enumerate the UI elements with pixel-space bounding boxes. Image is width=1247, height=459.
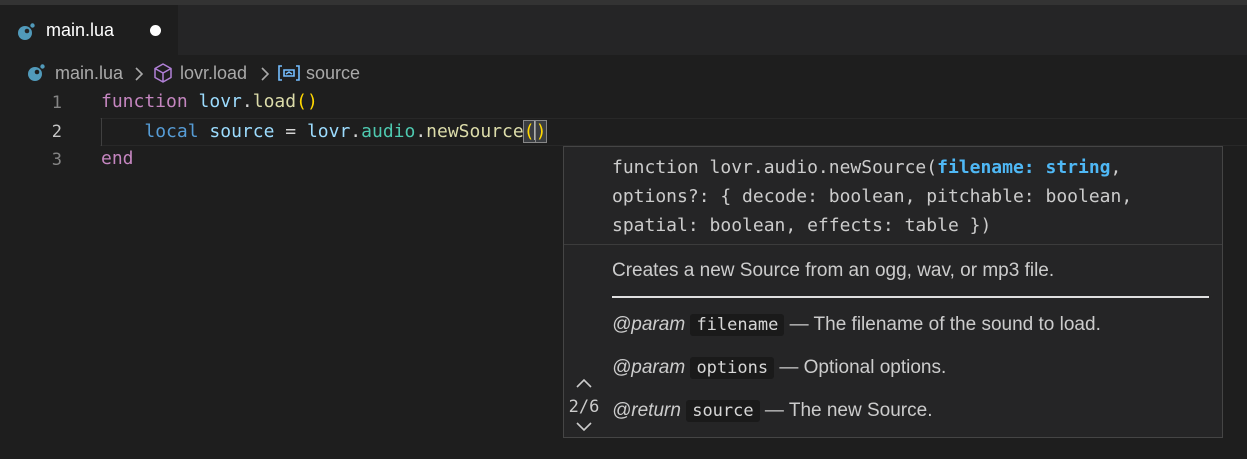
signature-prefix: function lovr.audio.newSource( (612, 157, 938, 178)
tab-label: main.lua (46, 20, 115, 40)
line-number: 3 (51, 150, 62, 170)
dot: . (241, 91, 253, 112)
signature-description: Creates a new Source from an ogg, wav, o… (612, 260, 1055, 281)
active-parameter: filename: string (937, 157, 1111, 178)
return-name: source (686, 400, 760, 422)
param-doc-filename: @param filename — The filename of the so… (612, 314, 1212, 336)
doc-horizontal-rule (612, 296, 1209, 298)
signature-help-widget[interactable]: function lovr.audio.newSource(filename: … (563, 146, 1223, 438)
line-number: 1 (51, 93, 62, 113)
chevron-right-icon (135, 67, 144, 81)
cube-icon (154, 63, 172, 83)
variable-icon (278, 65, 300, 81)
param-description: — The filename of the sound to load. (784, 314, 1101, 335)
breadcrumb-item-file[interactable]: main.lua (55, 63, 123, 84)
close-paren: ) (534, 120, 548, 143)
signature-comma: , (1110, 157, 1122, 178)
dot: . (415, 121, 427, 142)
chevron-right-icon (261, 67, 270, 81)
keyword-local: local (144, 121, 199, 142)
overload-counter: 2/6 (568, 397, 600, 417)
function-name-newsource: newSource (426, 121, 524, 142)
signature-label: function lovr.audio.newSource(filename: … (612, 153, 1220, 240)
signature-line-2: options?: { decode: boolean, pitchable: … (612, 186, 1133, 207)
lua-file-icon (18, 23, 35, 40)
return-tag: @return (612, 400, 681, 421)
param-name: options (690, 357, 775, 379)
return-description: — The new Source. (759, 400, 933, 421)
chevron-down-icon[interactable] (575, 421, 593, 433)
code-line-3[interactable]: end (101, 148, 134, 169)
identifier-lovr: lovr (198, 91, 242, 112)
tab-bar: main.lua (0, 5, 1247, 55)
param-doc-options: @param options — Optional options. (612, 357, 1212, 379)
identifier-lovr: lovr (306, 121, 351, 142)
breadcrumb: main.lua lovr.load source (0, 58, 1247, 88)
param-tag: @param (612, 314, 686, 335)
signature-line-3: spatial: boolean, effects: table }) (612, 215, 992, 236)
breadcrumb-item-function[interactable]: lovr.load (180, 63, 247, 84)
code-line-2[interactable]: local source = lovr.audio.newSource() (101, 120, 548, 143)
identifier-source: source (209, 121, 275, 142)
code-line-1[interactable]: function lovr.load() (101, 91, 318, 112)
keyword-function: function (101, 91, 188, 112)
overload-navigator: 2/6 (564, 373, 604, 437)
param-name: filename (690, 314, 785, 336)
parens: () (296, 91, 318, 112)
lua-file-icon (28, 64, 45, 81)
identifier-audio: audio (361, 121, 416, 142)
unsaved-changes-dot-icon[interactable] (150, 25, 161, 36)
param-tag: @param (612, 357, 686, 378)
keyword-end: end (101, 148, 134, 169)
dot: . (350, 121, 362, 142)
tab-main-lua[interactable]: main.lua (0, 5, 178, 55)
chevron-up-icon[interactable] (575, 377, 593, 389)
return-doc: @return source — The new Source. (612, 400, 1212, 422)
function-name-load: load (252, 91, 297, 112)
signature-divider (564, 244, 1222, 245)
param-description: — Optional options. (774, 357, 947, 378)
line-number-active: 2 (51, 122, 62, 142)
breadcrumb-item-variable[interactable]: source (306, 63, 360, 84)
assign-operator: = (274, 121, 307, 142)
